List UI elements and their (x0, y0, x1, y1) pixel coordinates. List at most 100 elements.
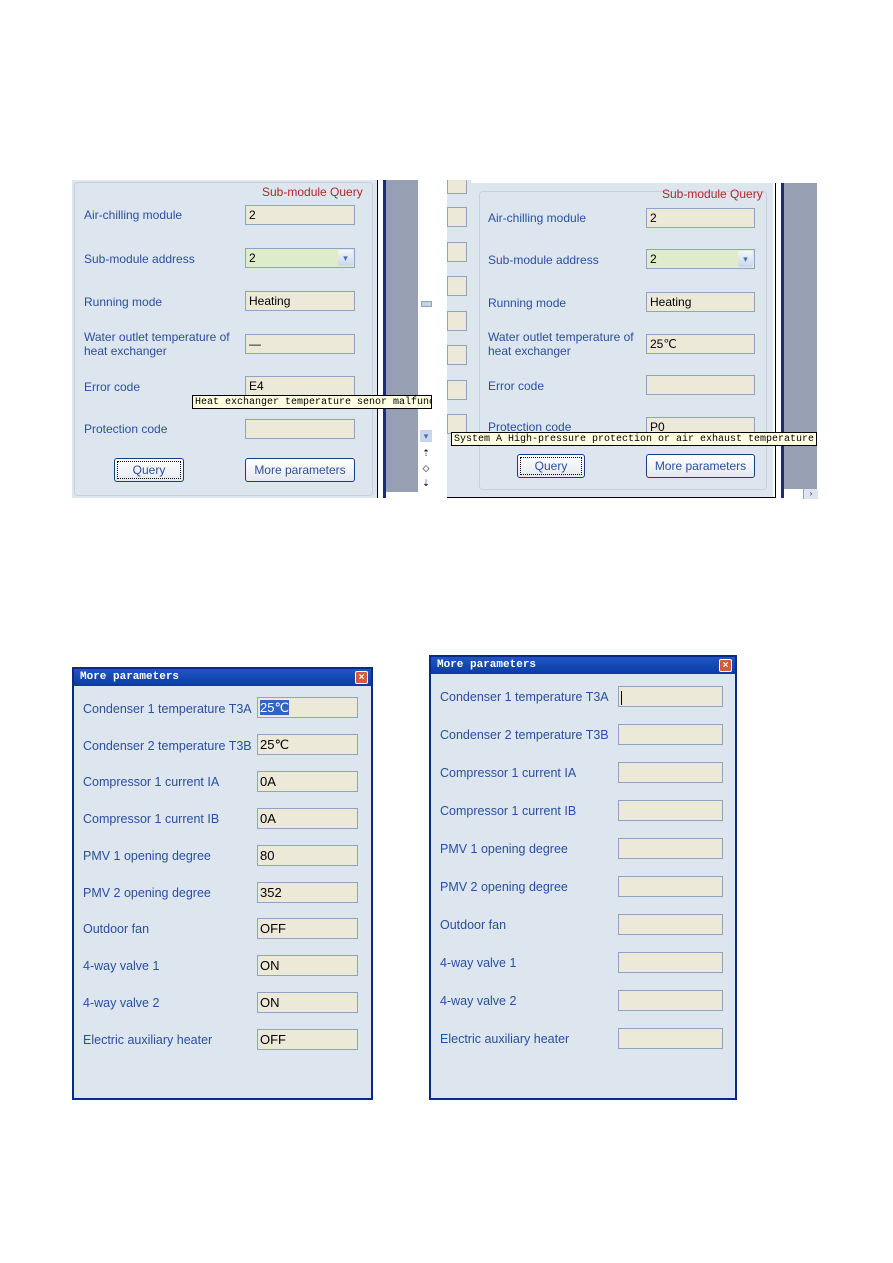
scroll-thumb[interactable] (421, 301, 432, 307)
strip-field (447, 276, 467, 296)
panel-bottom-edge (447, 497, 776, 498)
submodule-query-panel-right: Sub-module Query Air-chilling module 2 S… (471, 183, 773, 498)
condenser-1-temp-field[interactable] (618, 686, 723, 707)
strip-field (447, 345, 467, 365)
compressor-1-current-ia-field[interactable] (618, 762, 723, 783)
error-code-field[interactable]: E4 (245, 376, 355, 396)
label-sub-module-address: Sub-module address (84, 252, 195, 266)
air-chilling-module-field[interactable]: 2 (646, 208, 755, 228)
label-pmv-2-opening: PMV 2 opening degree (83, 886, 211, 900)
text-caret (621, 690, 622, 705)
running-mode-field[interactable]: Heating (245, 291, 355, 311)
pmv-2-opening-field[interactable] (618, 876, 723, 897)
more-parameters-dialog-left: More parameters × Condenser 1 temperatur… (72, 667, 373, 1100)
electric-aux-heater-field[interactable] (618, 1028, 723, 1049)
label-line-2: heat exchanger (84, 344, 167, 358)
left-strip (447, 180, 471, 498)
label-air-chilling-module: Air-chilling module (84, 208, 183, 222)
strip-field (447, 311, 467, 331)
close-icon[interactable]: × (355, 671, 368, 684)
scroll-bottom-icon[interactable]: ⇣ (420, 478, 432, 489)
label-4-way-valve-1: 4-way valve 1 (83, 959, 160, 973)
condenser-2-temp-field[interactable] (618, 724, 723, 745)
running-mode-field[interactable]: Heating (646, 292, 755, 312)
label-sub-module-address: Sub-module address (488, 253, 599, 267)
error-code-field[interactable] (646, 375, 755, 395)
4-way-valve-2-field[interactable]: ON (257, 992, 358, 1013)
dialog-title-bar: More parameters (431, 657, 735, 674)
strip-field (447, 207, 467, 227)
more-parameters-button[interactable]: More parameters (245, 458, 355, 482)
label-compressor-1-current-ia: Compressor 1 current IA (440, 766, 577, 780)
compressor-1-current-ib-field[interactable]: 0A (257, 808, 358, 829)
outdoor-fan-field[interactable] (618, 914, 723, 935)
label-protection-code: Protection code (84, 422, 168, 436)
strip-field (447, 180, 467, 194)
label-error-code: Error code (488, 379, 545, 393)
label-outdoor-fan: Outdoor fan (440, 918, 507, 932)
strip-field (447, 414, 467, 434)
label-compressor-1-current-ib: Compressor 1 current IB (83, 812, 220, 826)
close-icon[interactable]: × (719, 659, 732, 672)
4-way-valve-1-field[interactable] (618, 952, 723, 973)
air-chilling-module-field[interactable]: 2 (245, 205, 355, 225)
scroll-up-icon[interactable]: ⇡ (420, 448, 432, 459)
label-condenser-2-temp: Condenser 2 temperature T3B (440, 728, 609, 742)
pmv-1-opening-field[interactable]: 80 (257, 845, 358, 866)
sub-module-address-value: 2 (249, 251, 256, 265)
4-way-valve-2-field[interactable] (618, 990, 723, 1011)
pmv-2-opening-field[interactable]: 352 (257, 882, 358, 903)
label-pmv-2-opening: PMV 2 opening degree (440, 880, 568, 894)
label-4-way-valve-1: 4-way valve 1 (440, 956, 517, 970)
water-outlet-temp-field[interactable]: — (245, 334, 355, 354)
condenser-2-temp-field[interactable]: 25℃ (257, 734, 358, 755)
label-air-chilling-module: Air-chilling module (488, 211, 587, 225)
dropdown-arrow-icon[interactable]: ▾ (738, 251, 753, 267)
label-condenser-2-temp: Condenser 2 temperature T3B (83, 739, 252, 753)
label-4-way-valve-2: 4-way valve 2 (440, 994, 517, 1008)
window-edge (377, 180, 378, 498)
scroll-center-icon[interactable]: ◇ (420, 463, 432, 474)
dropdown-arrow-icon[interactable]: ▾ (338, 250, 353, 266)
label-line-2: heat exchanger (488, 344, 571, 358)
electric-aux-heater-field[interactable]: OFF (257, 1029, 358, 1050)
dialog-title-bar: More parameters (74, 669, 371, 686)
protection-code-field[interactable] (245, 419, 355, 439)
query-button[interactable]: Query (517, 454, 585, 478)
strip-field (447, 380, 467, 400)
label-pmv-1-opening: PMV 1 opening degree (83, 849, 211, 863)
compressor-1-current-ia-field[interactable]: 0A (257, 771, 358, 792)
scroll-right-button[interactable]: › (803, 489, 818, 499)
label-line-1: Water outlet temperature of (488, 330, 634, 344)
more-parameters-button[interactable]: More parameters (646, 454, 755, 478)
label-water-outlet-temp: Water outlet temperature of heat exchang… (84, 330, 230, 358)
label-compressor-1-current-ia: Compressor 1 current IA (83, 775, 220, 789)
condenser-1-temp-field[interactable]: 25℃ (257, 697, 358, 718)
dialog-title: More parameters (80, 671, 180, 683)
label-electric-aux-heater: Electric auxiliary heater (83, 1033, 213, 1047)
label-condenser-1-temp: Condenser 1 temperature T3A (83, 702, 252, 716)
label-outdoor-fan: Outdoor fan (83, 922, 150, 936)
scroll-down-button[interactable]: ▾ (420, 430, 432, 442)
more-parameters-dialog-right: More parameters × Condenser 1 temperatur… (429, 655, 737, 1100)
error-code-tooltip: Heat exchanger temperature senor malfunc… (192, 395, 432, 409)
submodule-query-panel-left: Sub-module Query Air-chilling module 2 S… (72, 180, 377, 498)
label-running-mode: Running mode (488, 296, 567, 310)
panel-title: Sub-module Query (662, 187, 763, 201)
water-outlet-temp-field[interactable]: 25℃ (646, 334, 755, 354)
dialog-title: More parameters (437, 659, 537, 671)
label-error-code: Error code (84, 380, 141, 394)
sub-module-address-select[interactable]: 2 ▾ (245, 248, 355, 268)
compressor-1-current-ib-field[interactable] (618, 800, 723, 821)
4-way-valve-1-field[interactable]: ON (257, 955, 358, 976)
label-4-way-valve-2: 4-way valve 2 (83, 996, 160, 1010)
panel-title: Sub-module Query (262, 185, 363, 199)
label-condenser-1-temp: Condenser 1 temperature T3A (440, 690, 609, 704)
outdoor-fan-field[interactable]: OFF (257, 918, 358, 939)
sub-module-address-select[interactable]: 2 ▾ (646, 249, 755, 269)
window-edge (775, 183, 776, 498)
label-line-1: Water outlet temperature of (84, 330, 230, 344)
pmv-1-opening-field[interactable] (618, 838, 723, 859)
query-button[interactable]: Query (114, 458, 184, 482)
selected-text: 25℃ (260, 700, 290, 715)
